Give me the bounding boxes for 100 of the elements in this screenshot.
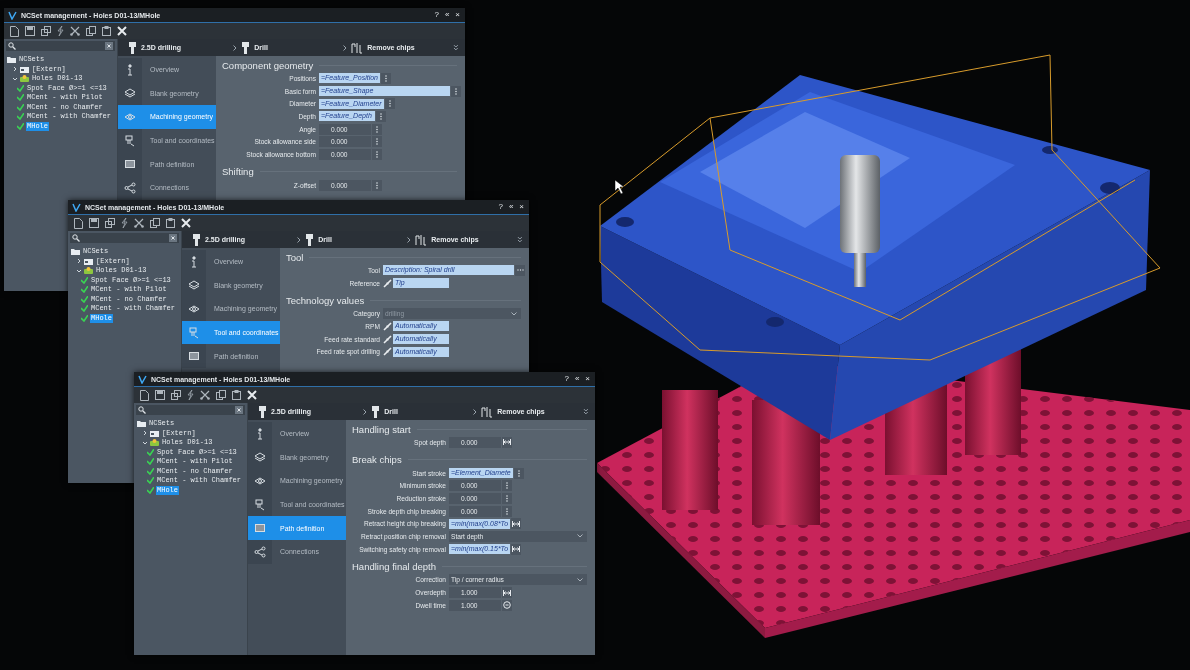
layers-icon	[254, 451, 266, 464]
measure-icon	[512, 520, 521, 527]
timer-icon	[503, 601, 511, 610]
file-icon[interactable]	[140, 389, 149, 401]
file-icon[interactable]	[10, 25, 19, 37]
list-icon	[254, 522, 266, 535]
chevron-icon[interactable]	[12, 75, 18, 82]
save-icon[interactable]	[25, 26, 35, 36]
folder-icon	[7, 56, 16, 64]
search-icon	[138, 406, 146, 414]
title-button[interactable]: ?	[433, 10, 440, 20]
scissors-icon[interactable]	[134, 218, 144, 228]
search-field[interactable]	[136, 405, 245, 415]
app-icon	[8, 10, 17, 20]
measure-button[interactable]	[511, 543, 522, 555]
app-icon	[72, 202, 81, 212]
chevron-icon[interactable]	[142, 439, 148, 446]
chevron-icon[interactable]	[12, 66, 18, 73]
title-button[interactable]: ×	[584, 374, 591, 384]
mold-model-drawing[interactable]	[597, 54, 1190, 638]
measure-button[interactable]	[502, 436, 512, 448]
chips-icon	[351, 41, 364, 54]
title-button[interactable]: «	[573, 374, 581, 384]
scissors-icon[interactable]	[200, 390, 210, 400]
file-icon[interactable]	[74, 217, 83, 229]
chevron-icon[interactable]	[142, 430, 148, 437]
section-title: Tool	[286, 251, 304, 263]
lightning-icon[interactable]	[187, 390, 194, 400]
chevron-icon[interactable]	[76, 267, 82, 274]
section-title: Technology values	[286, 294, 365, 306]
drill-icon	[128, 41, 137, 54]
measure-button[interactable]	[511, 518, 522, 530]
chevron-icon	[511, 311, 517, 316]
copy-icon[interactable]	[41, 26, 51, 36]
measure-icon	[503, 439, 511, 446]
timer-button[interactable]	[502, 599, 512, 611]
ellipsis-icon	[516, 269, 524, 272]
measure-button[interactable]	[502, 587, 512, 599]
chevron-icon	[297, 236, 302, 243]
title-button[interactable]: «	[443, 10, 451, 20]
link-icon[interactable]	[383, 334, 392, 344]
tool-icon	[124, 134, 136, 147]
clear-icon[interactable]	[169, 234, 177, 242]
copy-icon[interactable]	[150, 218, 160, 228]
tool-icon	[254, 498, 266, 511]
drive-icon	[20, 65, 29, 73]
measure-icon	[503, 589, 511, 596]
layers-icon	[188, 279, 200, 292]
layers-icon	[124, 87, 136, 100]
chevron-icon	[363, 408, 368, 415]
lightning-icon[interactable]	[121, 218, 128, 228]
drive-icon	[150, 429, 159, 437]
link-icon[interactable]	[383, 321, 392, 331]
more-icon	[388, 100, 391, 108]
title-button[interactable]: «	[507, 202, 515, 212]
chevron-icon[interactable]	[76, 258, 82, 265]
search-field[interactable]	[70, 233, 179, 243]
chevron-icon	[407, 236, 412, 243]
cross-icon[interactable]	[117, 26, 127, 36]
paste-icon[interactable]	[232, 390, 241, 400]
cursor-icon	[614, 179, 625, 195]
scissors-icon[interactable]	[70, 26, 80, 36]
share-icon	[254, 545, 266, 558]
search-field[interactable]	[6, 41, 115, 51]
lightning-icon[interactable]	[57, 26, 64, 36]
copy-icon[interactable]	[105, 218, 115, 228]
save-icon[interactable]	[89, 218, 99, 228]
section-title: Handling start	[352, 423, 411, 435]
title-button[interactable]: ?	[563, 374, 570, 384]
measure-icon	[512, 546, 521, 553]
section-title: Handling final depth	[352, 561, 436, 572]
title-button[interactable]: ×	[518, 202, 525, 212]
save-icon[interactable]	[155, 390, 165, 400]
search-icon	[72, 234, 80, 242]
clear-icon[interactable]	[105, 42, 113, 50]
chips-icon	[415, 233, 428, 246]
shape-icon	[188, 303, 200, 315]
drill-icon	[241, 41, 251, 54]
cross-icon[interactable]	[247, 390, 257, 400]
link-icon[interactable]	[383, 278, 392, 288]
copy-icon[interactable]	[171, 390, 181, 400]
paste-icon[interactable]	[166, 218, 175, 228]
expand-icon[interactable]	[517, 236, 523, 243]
clear-icon[interactable]	[235, 406, 243, 414]
chevron-icon	[343, 44, 348, 51]
section-title: Break chips	[352, 454, 402, 466]
expand-icon[interactable]	[453, 44, 459, 51]
more-icon	[517, 469, 520, 477]
expand-icon[interactable]	[583, 408, 589, 415]
cross-icon[interactable]	[181, 218, 191, 228]
chevron-icon	[233, 44, 238, 51]
paste-icon[interactable]	[102, 26, 111, 36]
title-button[interactable]: ×	[454, 10, 461, 20]
group-icon	[84, 267, 93, 275]
copy-icon[interactable]	[216, 390, 226, 400]
tool-icon	[188, 326, 200, 339]
drill-icon	[371, 405, 381, 418]
title-button[interactable]: ?	[497, 202, 504, 212]
copy-icon[interactable]	[86, 26, 96, 36]
link-icon[interactable]	[383, 347, 392, 357]
